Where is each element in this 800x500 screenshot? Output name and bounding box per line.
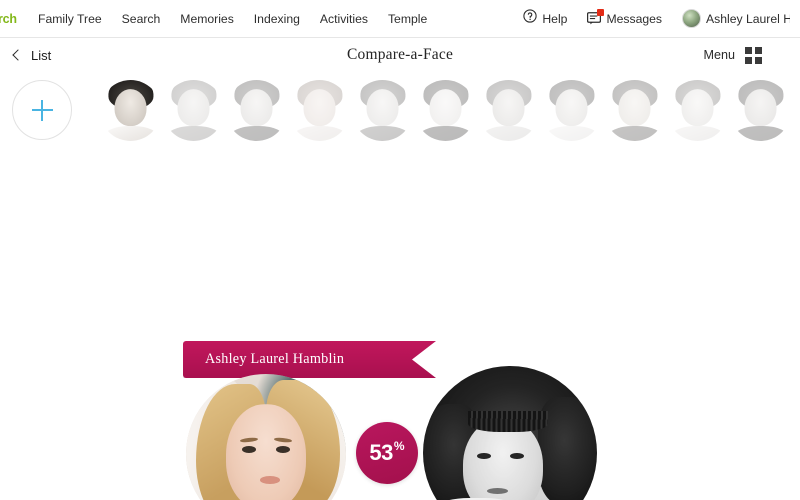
- familysearch-logo[interactable]: rch: [0, 12, 22, 26]
- thumb-7[interactable]: [478, 79, 539, 141]
- help-icon: [523, 0, 538, 38]
- nav-memories[interactable]: Memories: [170, 0, 244, 38]
- ancestor-portrait: [423, 366, 597, 500]
- portrait-thumbnail: [604, 79, 665, 141]
- match-percent-badge: 53 %: [356, 422, 418, 484]
- compare-area: Ashley Laurel Hamblin 53 %: [0, 150, 800, 500]
- page-title: Compare-a-Face: [346, 46, 454, 63]
- left-person-name-ribbon: Ashley Laurel Hamblin: [183, 341, 436, 378]
- user-account-button[interactable]: Ashley Laurel H: [672, 0, 800, 38]
- thumb-1[interactable]: [100, 79, 161, 141]
- thumb-4[interactable]: [289, 79, 350, 141]
- portrait-thumbnail: [163, 79, 224, 141]
- messages-button[interactable]: Messages: [577, 0, 672, 38]
- ancestor-avatar-strip: [0, 74, 800, 146]
- percent-sign: %: [393, 439, 405, 453]
- thumb-6[interactable]: [415, 79, 476, 141]
- thumb-10[interactable]: [667, 79, 728, 141]
- portrait-thumbnail: [100, 79, 161, 141]
- thumb-9[interactable]: [604, 79, 665, 141]
- portrait-thumbnail: [226, 79, 287, 141]
- portrait-thumbnail: [667, 79, 728, 141]
- chevron-left-icon: [12, 49, 24, 61]
- sub-header: List Compare-a-Face Menu: [0, 38, 800, 72]
- portrait-thumbnail: [478, 79, 539, 141]
- help-button[interactable]: Help: [513, 0, 577, 38]
- nav-indexing[interactable]: Indexing: [244, 0, 310, 38]
- thumb-8[interactable]: [541, 79, 602, 141]
- messages-label: Messages: [606, 11, 662, 26]
- header-right-group: Help Messages Ashley Laurel H: [513, 0, 800, 38]
- left-person-photo[interactable]: [186, 374, 346, 500]
- thumb-11[interactable]: [730, 79, 791, 141]
- portrait-thumbnail: [289, 79, 350, 141]
- main-navigation: Family Tree Search Memories Indexing Act…: [28, 0, 437, 38]
- nav-activities[interactable]: Activities: [310, 0, 378, 38]
- nav-temple[interactable]: Temple: [378, 0, 437, 38]
- thumb-2[interactable]: [163, 79, 224, 141]
- menu-label: Menu: [703, 48, 735, 62]
- left-person-name: Ashley Laurel Hamblin: [205, 351, 345, 367]
- compare-a-face-page: rch Family Tree Search Memories Indexing…: [0, 0, 800, 500]
- portrait-thumbnail: [730, 79, 791, 141]
- global-header: rch Family Tree Search Memories Indexing…: [0, 0, 800, 38]
- add-photo-button[interactable]: [12, 80, 72, 140]
- portrait-thumbnail: [541, 79, 602, 141]
- messages-unread-badge: [597, 9, 605, 16]
- nav-search[interactable]: Search: [112, 0, 171, 38]
- back-label: List: [31, 47, 52, 63]
- avatar: [682, 9, 701, 28]
- back-to-list-button[interactable]: List: [12, 47, 52, 63]
- right-person-photo[interactable]: [423, 366, 597, 500]
- thumb-5[interactable]: [352, 79, 413, 141]
- bride-portrait: [186, 374, 346, 500]
- grid-menu-icon: [745, 46, 762, 64]
- thumb-3[interactable]: [226, 79, 287, 141]
- match-percent-value: 53: [369, 440, 393, 465]
- portrait-thumbnail: [415, 79, 476, 141]
- help-label: Help: [542, 11, 568, 26]
- nav-family-tree[interactable]: Family Tree: [28, 0, 112, 38]
- messages-icon: [587, 9, 605, 25]
- portrait-thumbnail: [352, 79, 413, 141]
- user-name: Ashley Laurel H: [706, 11, 790, 26]
- menu-button[interactable]: Menu: [703, 46, 762, 64]
